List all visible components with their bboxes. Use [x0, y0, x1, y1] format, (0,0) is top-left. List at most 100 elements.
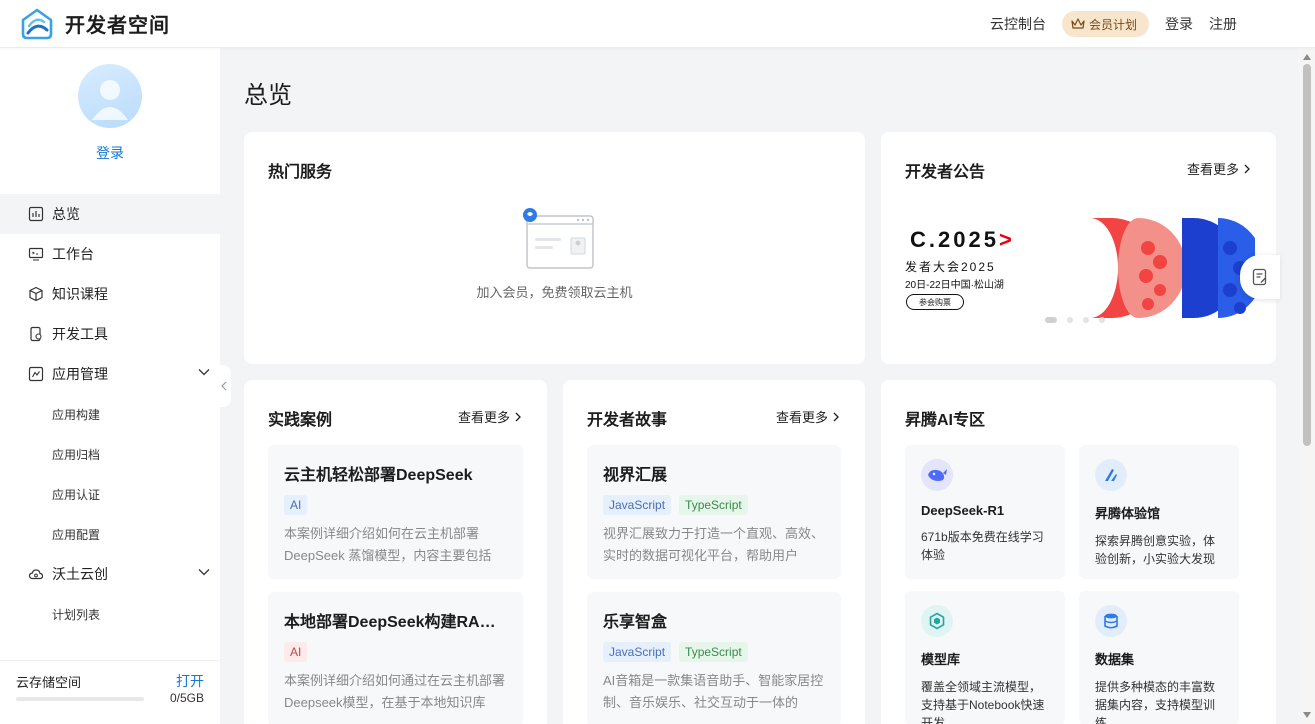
tag: AI: [284, 642, 308, 662]
sidebar-login-link[interactable]: 登录: [96, 143, 124, 163]
sidebar-item-devtools[interactable]: 开发工具: [0, 314, 220, 354]
carousel-dot[interactable]: [1067, 317, 1073, 323]
carousel-dot[interactable]: [1083, 317, 1089, 323]
sidebar-sub-plan-list[interactable]: 计划列表: [0, 594, 220, 634]
phone-gear-icon: [28, 326, 44, 342]
practice-cases-more-link[interactable]: 查看更多: [458, 407, 521, 426]
ai-tile-title: 数据集: [1095, 652, 1135, 667]
sidebar-sub-app-archive[interactable]: 应用归档: [0, 434, 220, 474]
sidebar-collapse-handle[interactable]: [217, 365, 231, 407]
cloud-icon: [28, 566, 44, 582]
banner-ticket-button[interactable]: 参会购票: [906, 294, 964, 310]
more-label: 查看更多: [775, 410, 828, 425]
storage-open-button[interactable]: 打开: [176, 671, 204, 691]
tag: TypeScript: [679, 495, 748, 515]
tag: JavaScript: [603, 642, 672, 662]
cloud-storage-panel: 云存储空间 打开 0/5GB: [0, 660, 220, 724]
header-actions: 云控制台 会员计划 登录 注册: [974, 0, 1237, 48]
tag: TypeScript: [679, 642, 748, 662]
sidebar-item-wotu[interactable]: 沃土云创: [0, 554, 220, 594]
empty-state-icon: [522, 208, 594, 269]
sidebar-sub-app-cert[interactable]: 应用认证: [0, 474, 220, 514]
ai-tile-title: DeepSeek-R1: [921, 503, 1005, 518]
storage-label: 云存储空间: [16, 674, 82, 690]
sidebar-item-workbench[interactable]: 工作台: [0, 234, 220, 274]
model-cube-icon: [921, 605, 953, 637]
practice-cases-card: 实践案例 查看更多 云主机轻松部署DeepSeek AI 本案例详细介绍如何在云…: [244, 380, 547, 724]
ai-tile-deepseek[interactable]: DeepSeek-R1 671b版本免费在线学习体验: [905, 445, 1065, 579]
more-label: 查看更多: [457, 410, 510, 425]
flask-icon: [1095, 459, 1127, 491]
login-link[interactable]: 登录: [1165, 14, 1193, 34]
sidebar-item-label: 知识课程: [52, 286, 108, 302]
story-title: 乐享智盒: [603, 614, 668, 631]
sidebar-item-label: 沃土云创: [52, 566, 108, 582]
ai-tile-dataset[interactable]: 数据集 提供多种模态的丰富数据集内容，支持模型训练: [1079, 591, 1239, 724]
scrollbar-thumb[interactable]: [1303, 64, 1311, 446]
case-item[interactable]: 云主机轻松部署DeepSeek AI 本案例详细介绍如何在云主机部署DeepSe…: [268, 445, 523, 579]
sidebar: 登录 总览 工作台 知识课程 开发工具 应用管理 应用构建 应用归档 应用认证 …: [0, 48, 220, 724]
scroll-down-arrow-icon[interactable]: [1303, 712, 1311, 718]
conference-banner[interactable]: C.2025> 发者大会2025 20日-22日中国·松山湖 参会购票: [897, 218, 1277, 320]
app-box-icon: [28, 366, 44, 382]
case-title: 云主机轻松部署DeepSeek: [284, 467, 473, 484]
register-link[interactable]: 注册: [1209, 14, 1237, 34]
developer-notice-title: 开发者公告: [905, 164, 986, 181]
chevron-right-icon: [515, 412, 521, 421]
chart-icon: [28, 206, 44, 222]
hot-services-empty: 加入会员，免费领取云主机: [244, 208, 865, 301]
sidebar-item-courses[interactable]: 知识课程: [0, 274, 220, 314]
ai-tile-experience[interactable]: 昇腾体验馆 探索昇腾创意实验，体验创新，小实验大发现: [1079, 445, 1239, 579]
developer-notice-more-link[interactable]: 查看更多: [1187, 159, 1250, 178]
story-item[interactable]: 乐享智盒 JavaScript TypeScript AI音箱是一款集语音助手、…: [587, 592, 841, 724]
crown-icon: [1071, 18, 1085, 29]
brand-title: 开发者空间: [65, 15, 170, 37]
carousel-dot[interactable]: [1099, 317, 1105, 323]
carousel-dot[interactable]: [1045, 317, 1057, 323]
hot-services-title: 热门服务: [268, 164, 333, 181]
developer-stories-card: 开发者故事 查看更多 视界汇展 JavaScript TypeScript 视界…: [563, 380, 865, 724]
chevron-right-icon: [1244, 164, 1250, 173]
storage-value: 0/5GB: [169, 691, 204, 705]
story-title: 视界汇展: [603, 467, 668, 484]
tag: AI: [284, 495, 308, 515]
developer-stories-more-link[interactable]: 查看更多: [776, 407, 839, 426]
story-item[interactable]: 视界汇展 JavaScript TypeScript 视界汇展致力于打造一个直观…: [587, 445, 841, 579]
vip-plan-button[interactable]: 会员计划: [1061, 11, 1149, 37]
scroll-up-arrow-icon[interactable]: [1303, 54, 1311, 60]
console-link[interactable]: 云控制台: [990, 14, 1046, 34]
ai-tile-model-hub[interactable]: 模型库 覆盖全领域主流模型，支持基于Notebook快速开发: [905, 591, 1065, 724]
ascend-ai-card: 昇腾AI专区 DeepSeek-R1 671b版本免费在线学习体验 昇腾体验馆 …: [881, 380, 1276, 724]
database-icon: [1095, 605, 1127, 637]
story-desc: AI音箱是一款集语音助手、智能家居控制、音乐娱乐、社交互动于一体的: [603, 673, 824, 710]
page-scrollbar[interactable]: [1299, 48, 1315, 724]
sidebar-sub-app-build[interactable]: 应用构建: [0, 394, 220, 434]
tag: JavaScript: [603, 495, 672, 515]
more-label: 查看更多: [1186, 162, 1239, 177]
chevron-down-icon[interactable]: [198, 568, 210, 576]
sidebar-sub-app-config[interactable]: 应用配置: [0, 514, 220, 554]
sidebar-item-overview[interactable]: 总览: [0, 194, 220, 234]
page-title: 总览: [244, 82, 292, 109]
ai-tile-desc: 探索昇腾创意实验，体验创新，小实验大发现: [1095, 534, 1216, 566]
feedback-float-button[interactable]: [1240, 255, 1280, 299]
whale-icon: [921, 459, 953, 491]
case-item[interactable]: 本地部署DeepSeek构建RAG应用 AI 本案例详细介绍如何通过在云主机部署…: [268, 592, 523, 724]
avatar[interactable]: [78, 64, 142, 128]
sidebar-item-label: 应用管理: [52, 366, 108, 382]
banner-date: 20日-22日中国·松山湖: [905, 280, 1004, 291]
banner-headline: C.2025>: [910, 227, 1015, 252]
carousel-indicators: [1045, 317, 1115, 323]
developer-stories-title: 开发者故事: [587, 412, 668, 429]
case-desc: 本案例详细介绍如何在云主机部署DeepSeek 蒸馏模型，内容主要包括DeepS…: [284, 526, 492, 563]
case-title: 本地部署DeepSeek构建RAG应用: [284, 614, 507, 631]
note-edit-icon: [1252, 268, 1267, 286]
storage-progress-bar: [16, 697, 144, 701]
chevron-down-icon[interactable]: [198, 368, 210, 376]
user-panel: 登录: [0, 48, 220, 194]
ai-tile-desc: 提供多种模态的丰富数据集内容，支持模型训练: [1095, 680, 1216, 724]
brand[interactable]: 开发者空间: [20, 8, 170, 40]
practice-cases-title: 实践案例: [268, 412, 333, 429]
banner-graphic: [1090, 218, 1255, 318]
sidebar-item-app-management[interactable]: 应用管理: [0, 354, 220, 394]
